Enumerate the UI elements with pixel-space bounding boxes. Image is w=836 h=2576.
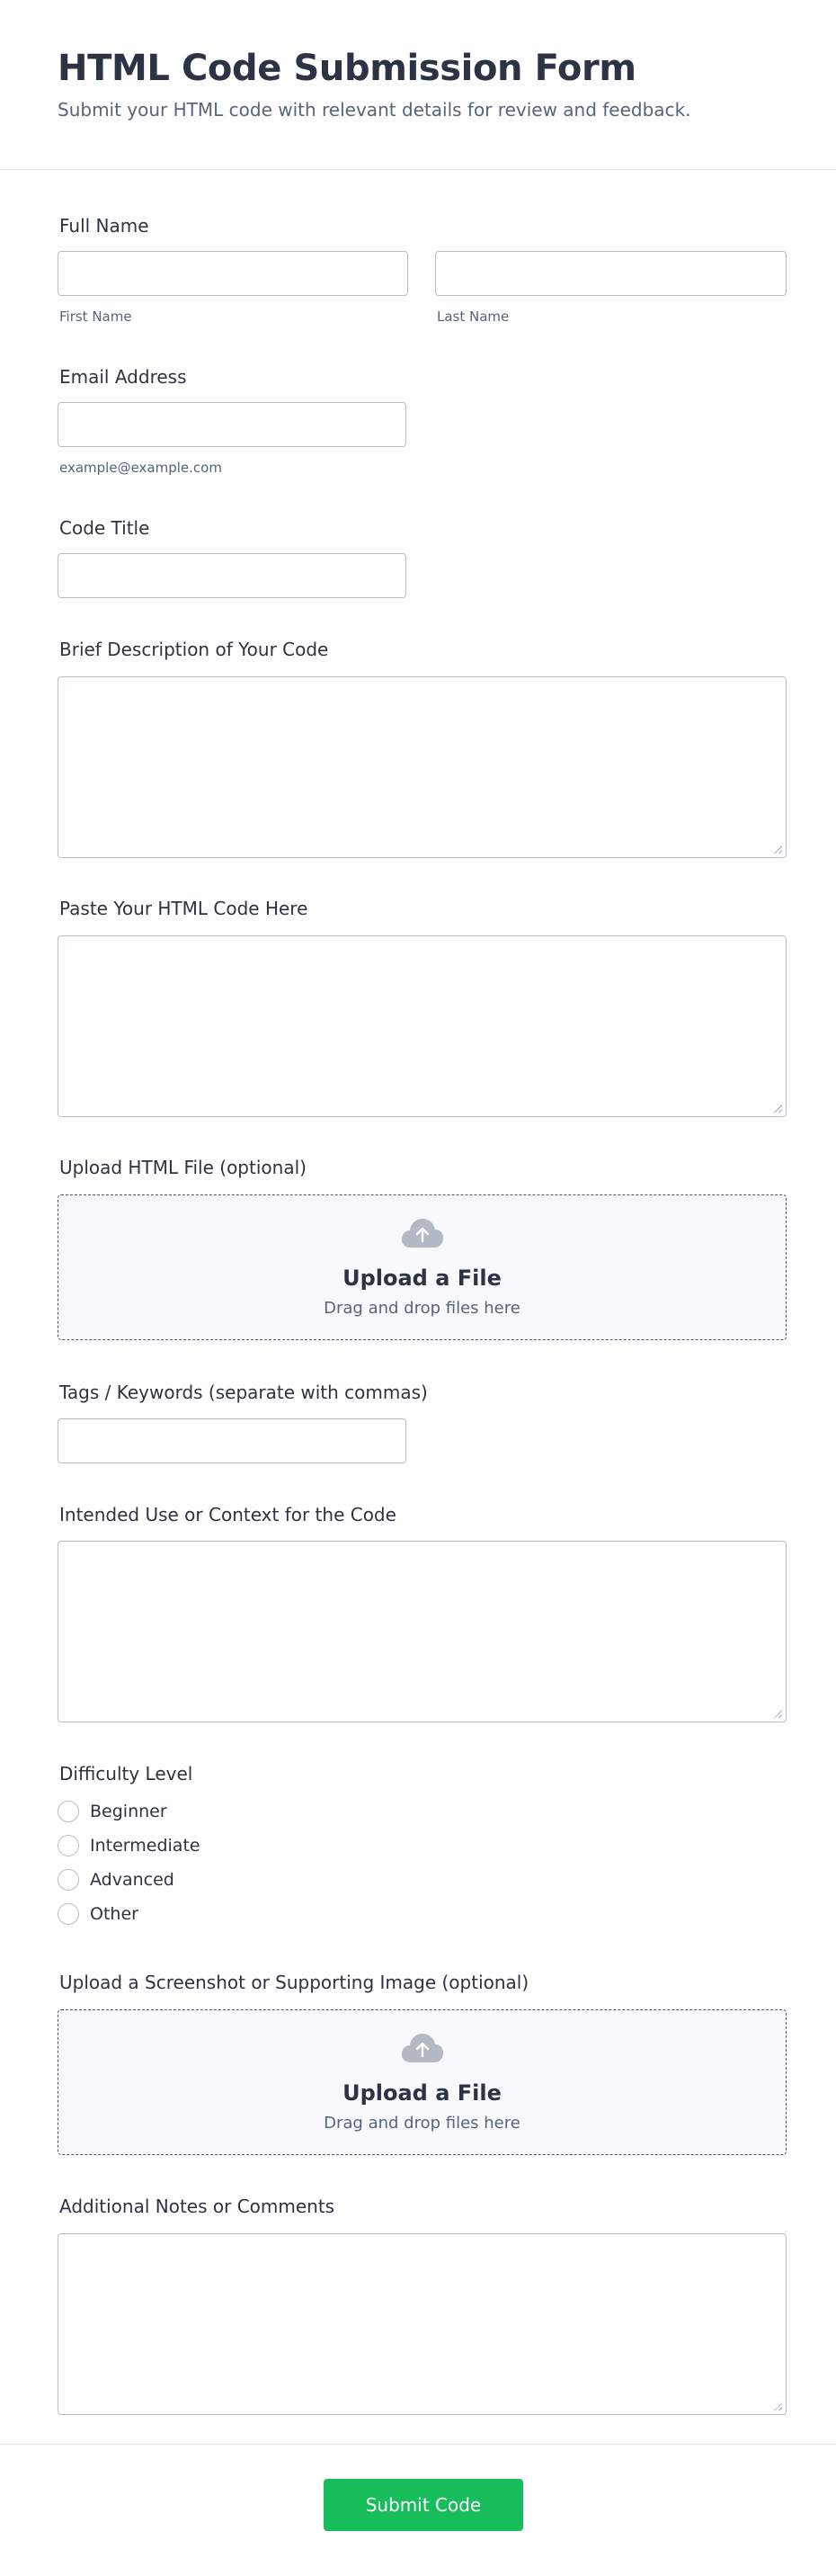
resize-grip-icon[interactable] <box>773 1104 782 1113</box>
html-file-label: Upload HTML File (optional) <box>59 1157 307 1178</box>
code-title-label: Code Title <box>59 517 150 539</box>
last-name-sublabel: Last Name <box>437 309 510 325</box>
radio-button[interactable] <box>58 1869 79 1891</box>
radio-label: Intermediate <box>90 1836 200 1856</box>
cloud-upload-icon <box>401 2034 443 2062</box>
submit-button[interactable]: Submit Code <box>324 2479 523 2531</box>
upload-title: Upload a File <box>342 2080 502 2106</box>
tags-label: Tags / Keywords (separate with commas) <box>59 1382 428 1403</box>
radio-label: Other <box>90 1904 138 1924</box>
tags-input[interactable] <box>58 1418 406 1463</box>
radio-option-intermediate[interactable]: Intermediate <box>58 1834 200 1857</box>
email-label: Email Address <box>59 366 187 388</box>
upload-title: Upload a File <box>342 1266 502 1291</box>
upload-hint: Drag and drop files here <box>324 1299 520 1318</box>
screenshot-label: Upload a Screenshot or Supporting Image … <box>59 1972 529 1993</box>
code-title-input[interactable] <box>58 553 406 598</box>
description-textarea[interactable] <box>58 676 787 858</box>
html-code-label: Paste Your HTML Code Here <box>59 898 308 919</box>
html-code-textarea[interactable] <box>58 935 787 1117</box>
resize-grip-icon[interactable] <box>773 1709 782 1718</box>
first-name-sublabel: First Name <box>59 309 132 325</box>
difficulty-label: Difficulty Level <box>59 1763 193 1784</box>
radio-button[interactable] <box>58 1835 79 1856</box>
upload-hint: Drag and drop files here <box>324 2114 520 2133</box>
resize-grip-icon[interactable] <box>773 2402 782 2411</box>
email-input[interactable] <box>58 402 406 447</box>
radio-option-beginner[interactable]: Beginner <box>58 1800 167 1823</box>
notes-label: Additional Notes or Comments <box>59 2196 335 2217</box>
radio-button[interactable] <box>58 1903 79 1925</box>
intended-use-label: Intended Use or Context for the Code <box>59 1504 396 1525</box>
form-header: HTML Code Submission Form Submit your HT… <box>0 0 836 170</box>
radio-option-other[interactable]: Other <box>58 1902 138 1926</box>
email-sublabel: example@example.com <box>59 460 222 476</box>
first-name-input[interactable] <box>58 251 408 296</box>
html-file-dropzone[interactable]: Upload a File Drag and drop files here <box>58 1194 787 1340</box>
notes-textarea[interactable] <box>58 2233 787 2415</box>
full-name-label: Full Name <box>59 215 149 237</box>
screenshot-dropzone[interactable]: Upload a File Drag and drop files here <box>58 2009 787 2155</box>
cloud-upload-icon <box>401 1219 443 1248</box>
intended-use-textarea[interactable] <box>58 1541 787 1722</box>
radio-button[interactable] <box>58 1801 79 1822</box>
description-label: Brief Description of Your Code <box>59 639 329 660</box>
radio-label: Advanced <box>90 1870 174 1890</box>
resize-grip-icon[interactable] <box>773 845 782 854</box>
form-footer: Submit Code <box>0 2444 836 2576</box>
form-body: Full Name First Name Last Name Email Add… <box>0 170 836 2444</box>
radio-option-advanced[interactable]: Advanced <box>58 1868 174 1892</box>
form-subtitle: Submit your HTML code with relevant deta… <box>58 99 691 121</box>
last-name-input[interactable] <box>435 251 787 296</box>
form-title: HTML Code Submission Form <box>58 48 636 89</box>
radio-label: Beginner <box>90 1802 167 1821</box>
